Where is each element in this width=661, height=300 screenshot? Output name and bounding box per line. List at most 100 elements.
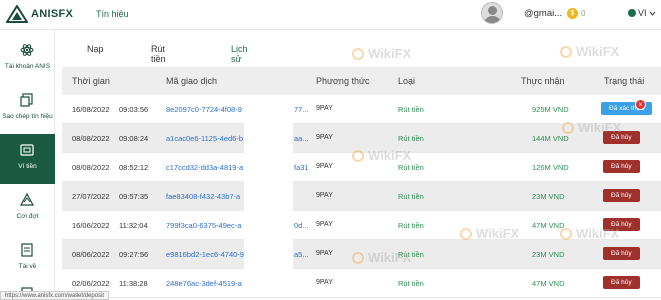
nav-signals[interactable]: Tín hiệu bbox=[96, 9, 129, 19]
col-received: Thực nhận bbox=[521, 76, 565, 86]
cell-method: 9PAY bbox=[316, 279, 333, 286]
watermark-text: WikiFX bbox=[576, 44, 620, 59]
status-badge[interactable]: Đã hủy bbox=[603, 189, 640, 202]
cell-time: 08:52:12 bbox=[119, 163, 149, 172]
status-badge[interactable]: Đã hủy bbox=[603, 160, 640, 173]
cell-type: Rút tiền bbox=[398, 134, 424, 143]
cell-transaction-id-tail[interactable]: 0d... bbox=[294, 221, 309, 230]
table-row[interactable]: 16/08/2022 09:03:56 8e2097c0-7724-4f08-9 77… bbox=[62, 95, 661, 124]
document-icon bbox=[21, 243, 33, 257]
cell-transaction-id[interactable]: a1cac0e6-1125-4ed6-b bbox=[166, 134, 243, 143]
cell-time: 11:32:04 bbox=[119, 221, 148, 230]
table-row[interactable]: 27/07/2022 09:57:35 fae83408-f432-43b7-a 9P… bbox=[62, 182, 661, 211]
watermark: WikiFX bbox=[352, 46, 411, 61]
wallet-icon bbox=[20, 144, 34, 156]
avatar[interactable] bbox=[481, 2, 503, 24]
cell-method: 9PAY bbox=[316, 250, 333, 257]
cell-type: Rút tiền bbox=[398, 192, 424, 201]
logo-icon bbox=[6, 5, 28, 23]
sidebar-item-label: Cơi đợt bbox=[16, 213, 39, 220]
user-email[interactable]: @gmai... bbox=[524, 8, 562, 19]
table-row[interactable]: 02/06/2022 11:38:28 248e76ac-3def-4519-a 9P… bbox=[62, 269, 661, 298]
cell-type: Rút tiền bbox=[398, 105, 424, 114]
coin-icon: $ bbox=[567, 8, 578, 19]
cell-method: 9PAY bbox=[316, 105, 333, 112]
cell-type: Rút tiền bbox=[398, 163, 424, 172]
sidebar-item-season[interactable]: Cơi đợt bbox=[0, 184, 55, 234]
cell-transaction-id[interactable]: 799f3ca0-6375-49ec-a bbox=[166, 221, 241, 230]
cell-amount: 47M VND bbox=[532, 221, 565, 230]
cell-type: Rút tiền bbox=[398, 221, 424, 230]
sidebar-item-anis-account[interactable]: Tài khoản ANIS bbox=[0, 34, 55, 84]
sidebar-item-download[interactable]: Tài về bbox=[0, 234, 55, 284]
cell-date: 27/07/2022 bbox=[72, 192, 110, 201]
sidebar-item-label: Ví tiền bbox=[18, 163, 37, 170]
tab-withdraw[interactable]: Rút tiền bbox=[151, 44, 166, 64]
cell-transaction-id[interactable]: e9816bd2-1ec6-4740-9 bbox=[166, 250, 244, 259]
cell-transaction-id[interactable]: 8e2097c0-7724-4f08-9 bbox=[166, 105, 242, 114]
chevron-icon bbox=[20, 193, 34, 206]
cell-transaction-id-tail[interactable]: a5... bbox=[294, 250, 309, 259]
cell-date: 08/06/2022 bbox=[72, 250, 110, 259]
col-status: Trạng thái bbox=[604, 76, 645, 86]
col-transaction-id: Mã giao dịch bbox=[166, 76, 218, 86]
cell-transaction-id[interactable]: fae83408-f432-43b7-a bbox=[166, 192, 240, 201]
cell-time: 09:57:35 bbox=[119, 192, 149, 201]
col-method: Phương thức bbox=[316, 76, 370, 86]
cell-type: Rút tiền bbox=[398, 279, 424, 288]
cell-date: 08/08/2022 bbox=[72, 163, 110, 172]
cell-date: 16/06/2022 bbox=[72, 221, 110, 230]
cell-amount: 126M VND bbox=[532, 163, 569, 172]
logo-text: ANISFX bbox=[31, 8, 74, 20]
sidebar-item-label: Tài khoản ANIS bbox=[4, 63, 51, 70]
cell-type: Rút tiền bbox=[398, 250, 424, 259]
cell-transaction-id[interactable]: 248e76ac-3def-4519-a bbox=[166, 279, 242, 288]
cell-date: 08/08/2022 bbox=[72, 134, 110, 143]
cell-amount: 47M VND bbox=[532, 279, 565, 288]
avatar-head bbox=[488, 6, 497, 15]
cell-method: 9PAY bbox=[316, 134, 333, 141]
cell-method: 9PAY bbox=[316, 163, 333, 170]
cell-method: 9PAY bbox=[316, 192, 333, 199]
sidebar: Tài khoản ANIS Sao chép tín hiệu Ví tiền… bbox=[0, 30, 55, 300]
coin-balance: 0 bbox=[581, 9, 586, 18]
cell-time: 09:03:56 bbox=[119, 105, 149, 114]
status-badge[interactable]: Đã hủy bbox=[603, 247, 640, 260]
cell-amount: 23M VND bbox=[532, 250, 565, 259]
cell-transaction-id[interactable]: c17ccd32-dd3a-4819-a bbox=[166, 163, 243, 172]
cell-time: 09:27:56 bbox=[119, 250, 149, 259]
close-icon[interactable]: × bbox=[635, 99, 646, 110]
sidebar-item-copy-signals[interactable]: Sao chép tín hiệu bbox=[0, 84, 55, 134]
cell-date: 16/08/2022 bbox=[72, 105, 110, 114]
cell-date: 02/06/2022 bbox=[72, 279, 110, 288]
top-bar: ANISFX Tín hiệu @gmai... $ 0 VI bbox=[0, 0, 661, 30]
atom-icon bbox=[20, 44, 34, 56]
status-badge[interactable]: Đã hủy bbox=[603, 276, 640, 289]
cell-transaction-id-tail[interactable]: aa... bbox=[294, 134, 309, 143]
cell-transaction-id-tail[interactable]: fa31 bbox=[294, 163, 309, 172]
chevron-down-icon bbox=[649, 11, 655, 16]
watermark-logo-icon bbox=[352, 47, 364, 60]
tab-deposit[interactable]: Nạp bbox=[87, 44, 104, 54]
sidebar-item-label: Tài về bbox=[18, 263, 37, 270]
watermark-text: WikiFX bbox=[368, 46, 412, 61]
watermark: WikiFX bbox=[560, 44, 619, 59]
table-row[interactable]: 08/06/2022 09:27:56 e9816bd2-1ec6-4740-9 a5… bbox=[62, 240, 661, 269]
status-bar-url: https://www.anisfx.com/wallet/deposit bbox=[0, 291, 110, 300]
cell-transaction-id-tail[interactable]: 77... bbox=[294, 105, 309, 114]
table-header: Thời gian Mã giao dịch Phương thức Loại … bbox=[62, 67, 661, 95]
avatar-body bbox=[484, 16, 501, 23]
language-selector[interactable]: VI bbox=[628, 8, 656, 18]
copy-icon bbox=[20, 93, 33, 107]
sidebar-item-wallet[interactable]: Ví tiền bbox=[0, 134, 55, 184]
cell-amount: 925M VND bbox=[532, 105, 569, 114]
table-row[interactable]: 08/08/2022 08:52:12 c17ccd32-dd3a-4819-a fa… bbox=[62, 153, 661, 182]
globe-icon bbox=[628, 9, 636, 17]
sidebar-item-label: Sao chép tín hiệu bbox=[2, 113, 53, 120]
table-row[interactable]: 16/06/2022 11:32:04 799f3ca0-6375-49ec-a 0d… bbox=[62, 211, 661, 240]
cell-amount: 23M VND bbox=[532, 192, 565, 201]
table-row[interactable]: 08/08/2022 09:08:24 a1cac0e6-1125-4ed6-b aa… bbox=[62, 124, 661, 153]
logo[interactable]: ANISFX bbox=[6, 5, 73, 23]
status-badge[interactable]: Đã hủy bbox=[603, 218, 640, 231]
status-badge[interactable]: Đã hủy bbox=[603, 131, 640, 144]
